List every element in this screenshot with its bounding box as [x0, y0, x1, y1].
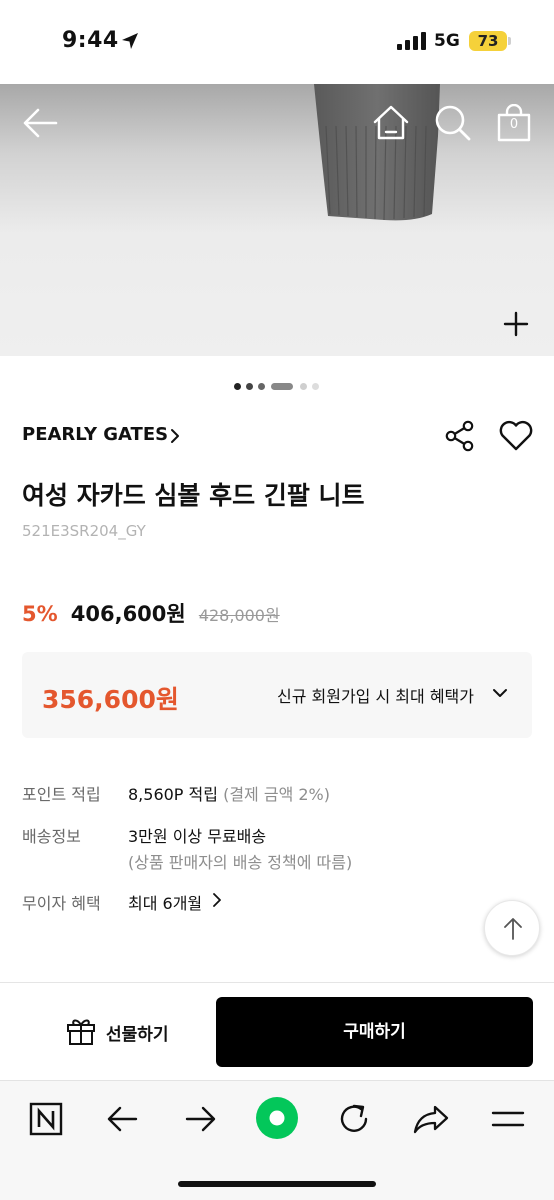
- browser-forward-button[interactable]: [180, 1099, 220, 1139]
- menu-icon: [491, 1111, 525, 1127]
- refresh-button[interactable]: [334, 1099, 374, 1139]
- cellular-signal-icon: [397, 32, 426, 50]
- shipping-note: (상품 판매자의 배송 정책에 따름): [128, 853, 353, 872]
- menu-button[interactable]: [488, 1099, 528, 1139]
- share-arrow-icon: [413, 1105, 449, 1134]
- gift-label: 선물하기: [106, 1025, 169, 1045]
- search-button[interactable]: [434, 104, 472, 142]
- battery-cap: [508, 37, 511, 45]
- sale-price: 406,600원: [70, 602, 186, 626]
- green-dot-button[interactable]: [255, 1096, 299, 1140]
- naver-n-icon: [29, 1102, 63, 1136]
- product-title: 여성 자카드 심볼 후드 긴팔 니트: [22, 481, 365, 510]
- benefit-price: 356,600원: [42, 685, 179, 714]
- chevron-right-icon: [171, 429, 179, 443]
- green-dot-icon: [256, 1097, 298, 1139]
- original-price: 428,000원: [198, 606, 280, 625]
- zoom-button[interactable]: [502, 310, 530, 338]
- price-row: 5% 406,600원 428,000원: [22, 598, 280, 630]
- benefit-link[interactable]: 신규 회원가입 시 최대 혜택가: [277, 683, 474, 707]
- cart-count: 0: [509, 117, 519, 132]
- browser-back-button[interactable]: [103, 1099, 143, 1139]
- forward-arrow-icon: [185, 1106, 216, 1132]
- installment-link[interactable]: 최대 6개월: [128, 890, 202, 914]
- product-image-carousel[interactable]: 0: [0, 84, 554, 356]
- home-icon: [373, 105, 409, 140]
- back-arrow-icon: [23, 108, 58, 138]
- gift-button[interactable]: 선물하기: [22, 998, 208, 1066]
- brand-link[interactable]: PEARLY GATES: [22, 424, 168, 445]
- points-note: (결제 금액 2%): [223, 785, 330, 804]
- wishlist-button[interactable]: [498, 420, 534, 452]
- battery-level: 73: [477, 32, 499, 50]
- location-arrow-icon: [122, 33, 138, 49]
- shipping-label: 배송정보: [22, 827, 81, 846]
- product-code: 521E3SR204_GY: [22, 522, 146, 540]
- status-time: 9:44: [62, 28, 119, 53]
- battery-icon: 73: [469, 31, 507, 51]
- home-indicator: [178, 1181, 376, 1187]
- discount-rate: 5%: [22, 602, 58, 626]
- status-bar: 9:44 5G 73: [0, 0, 554, 84]
- installment-label: 무이자 혜택: [22, 894, 101, 913]
- carousel-dot[interactable]: [258, 383, 265, 390]
- browser-toolbar: [0, 1080, 554, 1200]
- naver-home-button[interactable]: [26, 1099, 66, 1139]
- chevron-down-icon: [493, 689, 507, 697]
- share-button[interactable]: [444, 420, 476, 452]
- back-arrow-icon: [107, 1106, 138, 1132]
- scroll-to-top-button[interactable]: [484, 900, 540, 956]
- gift-icon: [67, 1019, 95, 1045]
- carousel-dot[interactable]: [312, 383, 319, 390]
- share-icon: [445, 420, 474, 452]
- points-value: 8,560P 적립 (결제 금액 2%): [128, 781, 330, 805]
- chevron-right-icon: [213, 893, 221, 907]
- arrow-up-icon: [504, 918, 522, 940]
- carousel-dot[interactable]: [234, 383, 241, 390]
- browser-share-button[interactable]: [411, 1099, 451, 1139]
- carousel-dot[interactable]: [246, 383, 253, 390]
- buy-button[interactable]: 구매하기: [216, 997, 533, 1067]
- home-button[interactable]: [372, 104, 410, 142]
- plus-icon: [503, 311, 529, 337]
- refresh-icon: [340, 1104, 368, 1132]
- heart-icon: [499, 420, 533, 451]
- carousel-dot[interactable]: [300, 383, 307, 390]
- search-icon: [435, 105, 471, 141]
- divider: [0, 982, 554, 983]
- cart-button[interactable]: 0: [496, 103, 532, 142]
- carousel-dot-active[interactable]: [271, 383, 293, 390]
- shipping-value: 3만원 이상 무료배송: [128, 827, 267, 846]
- points-amount: 8,560P 적립: [128, 785, 218, 804]
- back-button[interactable]: [22, 106, 60, 140]
- member-benefit-box[interactable]: 356,600원 신규 회원가입 시 최대 혜택가: [22, 652, 532, 738]
- network-type: 5G: [434, 31, 460, 51]
- points-label: 포인트 적립: [22, 785, 101, 804]
